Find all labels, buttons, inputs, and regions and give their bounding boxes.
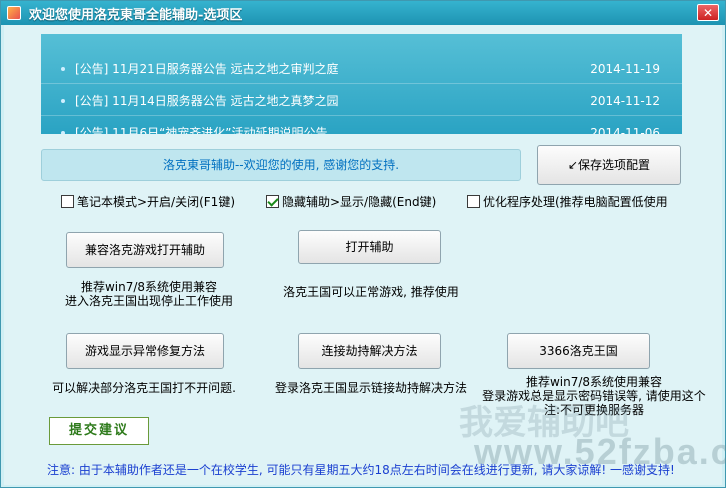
bullet-icon (61, 130, 65, 134)
announcement-item[interactable]: [公告] 11月14日服务器公告 远古之地之真梦之园 2014-11-12 (41, 86, 682, 116)
announcement-item[interactable]: [公告] 11月6日“神宠齐进化”活动延期说明公告 2014-11-06 (41, 118, 682, 134)
open-helper-button[interactable]: 打开辅助 (298, 230, 441, 264)
window-title: 欢迎您使用洛克東哥全能辅助-选项区 (29, 7, 243, 23)
note-line: 推荐win7/8系统使用兼容 (80, 280, 218, 294)
checkbox-box[interactable] (61, 195, 74, 208)
announcement-item[interactable]: [公告] 11月21日服务器公告 远古之地之审判之庭 2014-11-19 (41, 54, 682, 84)
checkbox-box[interactable] (467, 195, 480, 208)
announcement-date: 2014-11-19 (590, 61, 660, 76)
save-config-button[interactable]: ↙保存选项配置 (537, 145, 681, 185)
checkbox-label: 隐藏辅助>显示/隐藏(End键) (282, 195, 437, 209)
announcement-date: 2014-11-06 (590, 125, 660, 135)
display-fix-button[interactable]: 游戏显示异常修复方法 (66, 333, 224, 369)
announcement-date: 2014-11-12 (590, 93, 660, 108)
footer-notice: 注意: 由于本辅助作者还是一个在校学生, 可能只有星期五大约18点左右时间会在线… (47, 463, 675, 477)
hijack-fix-button[interactable]: 连接劫持解决方法 (298, 333, 441, 369)
status-bar: 洛克東哥辅助--欢迎您的使用, 感谢您的支持. (41, 149, 521, 181)
note-line: 推荐win7/8系统使用兼容 (525, 375, 663, 389)
title-bar[interactable]: 欢迎您使用洛克東哥全能辅助-选项区 ✕ (1, 1, 725, 25)
announcement-text: [公告] 11月14日服务器公告 远古之地之真梦之园 (75, 94, 339, 108)
note-line: 进入洛克王国出现停止工作使用 (64, 294, 233, 308)
client-area: [公告] 11月21日服务器公告 远古之地之审判之庭 2014-11-19 [公… (4, 25, 726, 485)
hijack-fix-note: 登录洛克王国显示链接劫持解决方法 (274, 381, 467, 395)
submit-suggestion-button[interactable]: 提交建议 (49, 417, 149, 445)
compat-note: 推荐win7/8系统使用兼容 进入洛克王国出现停止工作使用 (44, 280, 254, 308)
compat-open-button[interactable]: 兼容洛克游戏打开辅助 (66, 232, 224, 268)
bullet-icon (61, 66, 65, 71)
announcement-text: [公告] 11月21日服务器公告 远古之地之审判之庭 (75, 62, 339, 76)
optimize-checkbox[interactable]: 优化程序处理(推荐电脑配置低使用 (467, 193, 668, 210)
checkbox-label: 笔记本模式>开启/关闭(F1键) (77, 195, 235, 209)
announcement-panel: [公告] 11月21日服务器公告 远古之地之审判之庭 2014-11-19 [公… (41, 34, 682, 134)
main-window: 欢迎您使用洛克東哥全能辅助-选项区 ✕ [公告] 11月21日服务器公告 远古之… (0, 0, 726, 488)
bullet-icon (61, 98, 65, 103)
open-note: 洛克王国可以正常游戏, 推荐使用 (283, 285, 459, 299)
display-fix-note: 可以解决部分洛克王国打不开问题. (52, 381, 236, 395)
notebook-mode-checkbox[interactable]: 笔记本模式>开启/关闭(F1键) (61, 193, 235, 210)
close-button[interactable]: ✕ (697, 4, 719, 21)
app-icon (7, 6, 21, 20)
checkbox-label: 优化程序处理(推荐电脑配置低使用 (483, 195, 668, 209)
checkbox-box[interactable] (266, 195, 279, 208)
announcement-text: [公告] 11月6日“神宠齐进化”活动延期说明公告 (75, 126, 328, 134)
game-3366-button[interactable]: 3366洛克王国 (507, 333, 650, 369)
hide-helper-checkbox[interactable]: 隐藏辅助>显示/隐藏(End键) (266, 193, 436, 210)
